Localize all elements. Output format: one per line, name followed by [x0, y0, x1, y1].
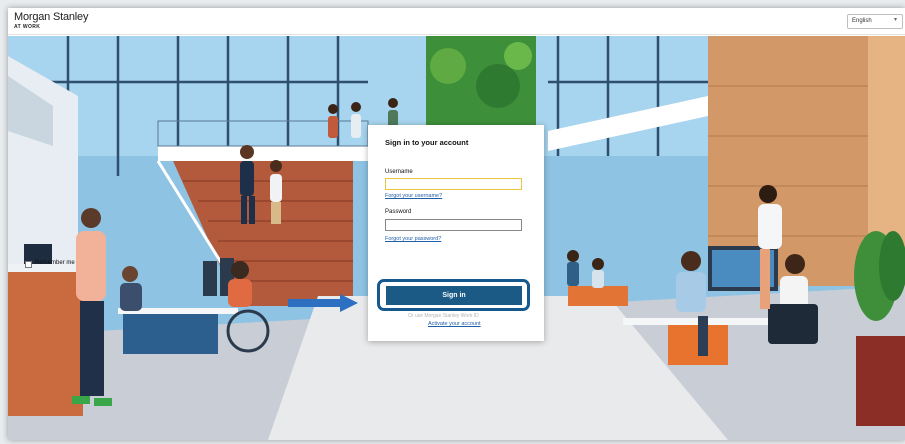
remember-me-label: Remember me [35, 260, 75, 266]
password-label: Password [385, 209, 412, 215]
forgot-password-link[interactable]: Forgot your password? [385, 236, 441, 242]
login-page: Morgan Stanley AT WORK English ▾ Sign in… [8, 8, 905, 440]
chevron-down-icon: ▾ [893, 17, 897, 23]
brand-logo[interactable]: Morgan Stanley [14, 11, 88, 23]
signin-title: Sign in to your account [385, 138, 469, 147]
forgot-username-link[interactable]: Forgot your username? [385, 193, 442, 199]
activate-account-link[interactable]: Activate your account [428, 321, 481, 327]
arrow-right-icon [288, 294, 358, 312]
remember-me-checkbox[interactable] [25, 261, 32, 268]
username-input[interactable] [385, 178, 522, 190]
language-select[interactable]: English ▾ [847, 14, 903, 29]
language-selected-value: English [852, 18, 872, 24]
brand-tagline: AT WORK [14, 24, 41, 30]
signin-highlight-box [377, 279, 530, 311]
password-input[interactable] [385, 219, 522, 231]
top-bar: Morgan Stanley AT WORK English ▾ [8, 8, 905, 35]
screenshot-frame: Morgan Stanley AT WORK English ▾ Sign in… [0, 0, 905, 444]
username-label: Username [385, 169, 413, 175]
alternate-signin-text: Or use Morgan Stanley Work ID [408, 313, 479, 319]
